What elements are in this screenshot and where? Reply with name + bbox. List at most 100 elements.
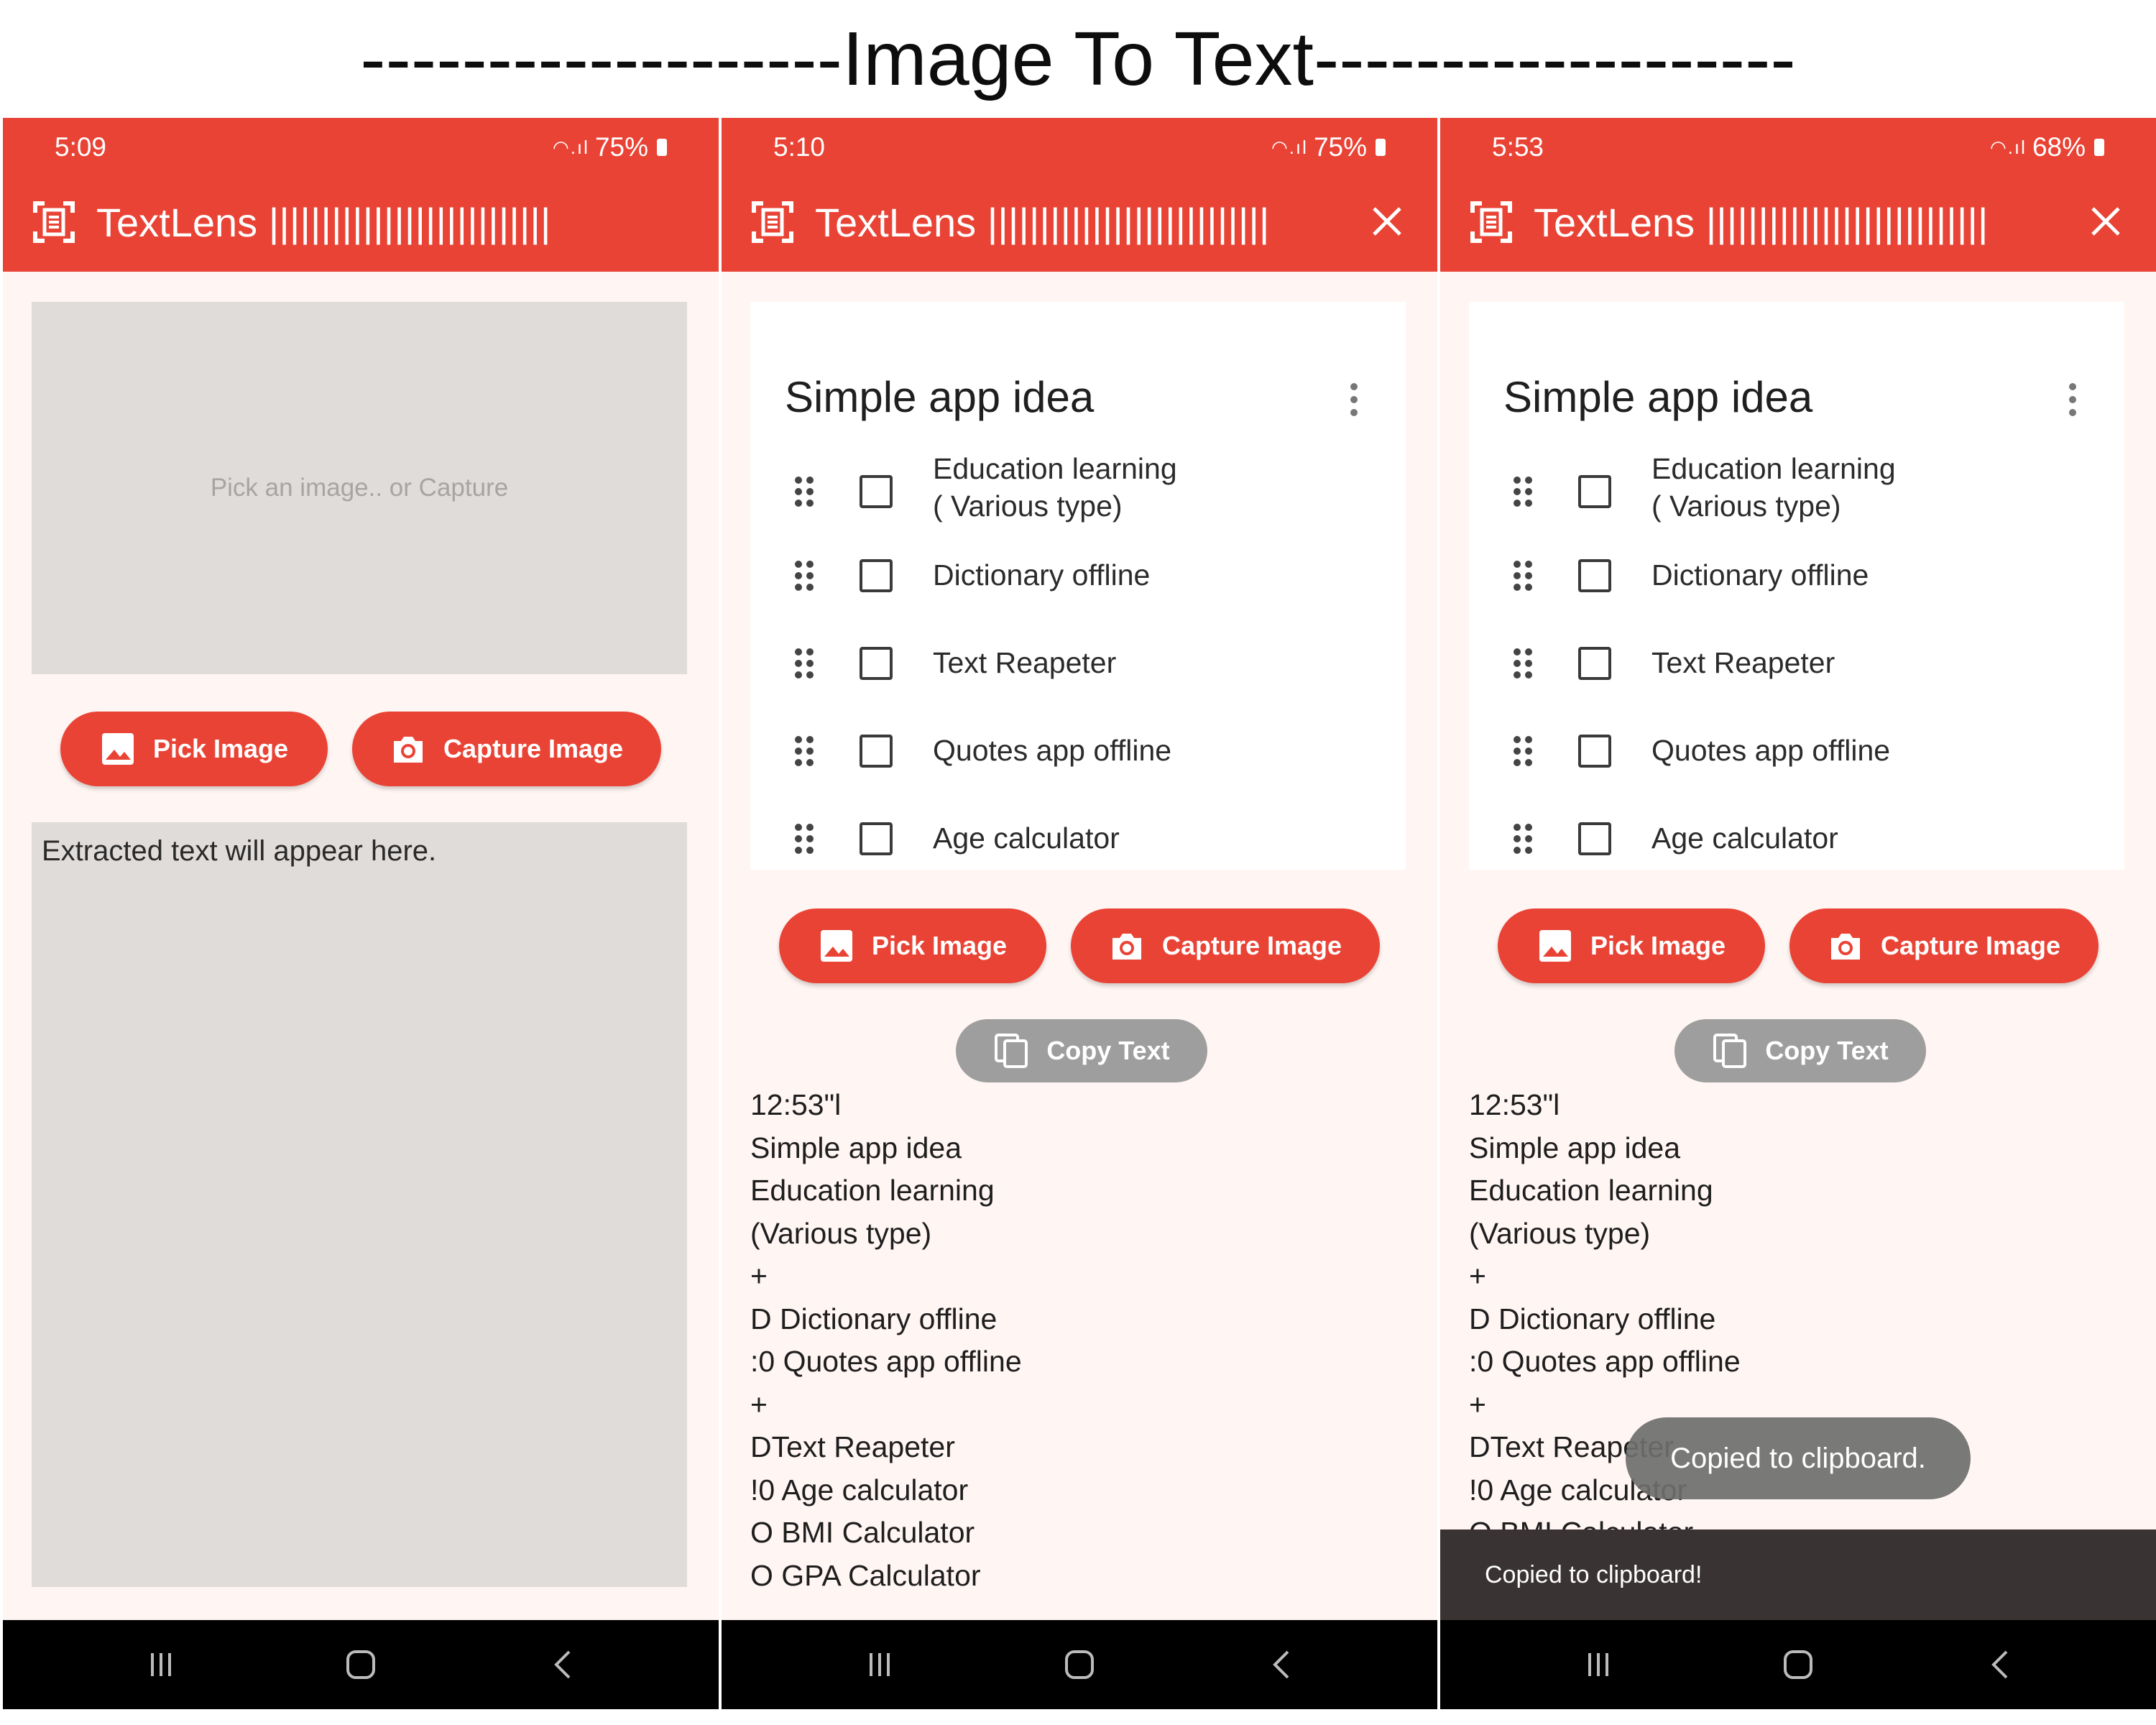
picked-image-preview: Simple app idea Education learning ( Var… bbox=[1469, 302, 2124, 870]
note-item: Age calculator bbox=[1469, 806, 2124, 870]
drag-handle-icon bbox=[1512, 735, 1534, 768]
battery-icon bbox=[1376, 139, 1386, 156]
checkbox-icon bbox=[860, 822, 893, 855]
pick-image-label: Pick Image bbox=[152, 734, 289, 763]
nav-recent-icon[interactable] bbox=[858, 1643, 901, 1686]
app-title: TextLens ||||||||||||||||||||||||||| bbox=[1534, 199, 1989, 245]
checkbox-icon bbox=[1578, 475, 1611, 508]
drag-handle-icon bbox=[793, 559, 815, 592]
nav-home-icon[interactable] bbox=[1058, 1643, 1101, 1686]
note-item-text: Education learning bbox=[1651, 452, 1896, 485]
status-time: 5:09 bbox=[55, 132, 107, 162]
page-headline: -------------------Image To Text--------… bbox=[360, 17, 1796, 101]
note-item-text: Age calculator bbox=[1651, 822, 1838, 855]
battery-icon bbox=[2094, 139, 2104, 156]
document-scanner-icon bbox=[33, 201, 75, 243]
pick-image-button[interactable]: Pick Image bbox=[60, 712, 328, 786]
capture-image-button[interactable]: Capture Image bbox=[352, 712, 661, 786]
camera-icon bbox=[1112, 934, 1141, 960]
status-time: 5:53 bbox=[1492, 132, 1544, 162]
close-icon[interactable] bbox=[1364, 198, 1410, 244]
battery-level: 75% bbox=[594, 132, 648, 162]
camera-icon bbox=[393, 737, 423, 763]
signal-icon: ◠.ıl bbox=[553, 136, 589, 158]
copy-icon bbox=[1713, 1034, 1747, 1068]
nav-home-icon[interactable] bbox=[339, 1643, 382, 1686]
nav-recent-icon[interactable] bbox=[1577, 1643, 1620, 1686]
snackbar-message: Copied to clipboard! bbox=[1485, 1560, 1703, 1588]
image-icon bbox=[1539, 930, 1571, 962]
nav-recent-icon[interactable] bbox=[139, 1643, 183, 1686]
image-placeholder-text: Pick an image.. or Capture bbox=[210, 474, 509, 502]
note-item-text: Dictionary offline bbox=[933, 558, 1151, 592]
document-scanner-icon bbox=[752, 201, 793, 243]
note-item: Dictionary offline bbox=[1469, 543, 2124, 608]
app-bar: 5:10 ◠.ıl 75% TextLens |||||||||||||||||… bbox=[722, 118, 1437, 272]
note-item-text: Education learning bbox=[933, 452, 1177, 485]
status-indicators: ◠.ıl 75% bbox=[553, 132, 667, 162]
signal-icon: ◠.ıl bbox=[1990, 136, 2027, 158]
battery-level: 68% bbox=[2032, 132, 2086, 162]
checkbox-icon bbox=[860, 559, 893, 592]
app-bar: 5:09 ◠.ıl 75% TextLens |||||||||||||||||… bbox=[3, 118, 719, 272]
drag-handle-icon bbox=[793, 822, 815, 855]
image-preview-area: Pick an image.. or Capture bbox=[32, 302, 687, 674]
image-icon bbox=[820, 930, 852, 962]
note-item-text: Quotes app offline bbox=[933, 734, 1172, 767]
close-icon[interactable] bbox=[2083, 198, 2129, 244]
drag-handle-icon bbox=[793, 647, 815, 680]
note-item: Quotes app offline bbox=[1469, 719, 2124, 783]
system-nav-bar bbox=[3, 1620, 719, 1709]
nav-back-icon[interactable] bbox=[1261, 1643, 1304, 1686]
copy-text-label: Copy Text bbox=[1765, 1036, 1889, 1065]
phone-screen-2: 5:10 ◠.ıl 75% TextLens |||||||||||||||||… bbox=[722, 118, 1437, 1709]
drag-handle-icon bbox=[1512, 559, 1534, 592]
nav-home-icon[interactable] bbox=[1777, 1643, 1820, 1686]
phone-screen-3: 5:53 ◠.ıl 68% TextLens |||||||||||||||||… bbox=[1440, 118, 2156, 1709]
drag-handle-icon bbox=[1512, 647, 1534, 680]
status-indicators: ◠.ıl 68% bbox=[1990, 132, 2104, 162]
more-vert-icon bbox=[1347, 381, 1361, 418]
checkbox-icon bbox=[860, 735, 893, 768]
battery-icon bbox=[657, 139, 667, 156]
app-bar: 5:53 ◠.ıl 68% TextLens |||||||||||||||||… bbox=[1440, 118, 2156, 272]
system-nav-bar bbox=[1440, 1620, 2156, 1709]
note-title: Simple app idea bbox=[785, 373, 1095, 421]
note-item: Education learning ( Various type) bbox=[750, 443, 1406, 523]
pick-image-button[interactable]: Pick Image bbox=[1498, 908, 1765, 983]
note-item: Text Reapeter bbox=[750, 631, 1406, 696]
copy-icon bbox=[995, 1034, 1028, 1068]
note-item-subtext: ( Various type) bbox=[933, 489, 1123, 523]
document-scanner-icon bbox=[1470, 201, 1512, 243]
picked-image-preview: Simple app idea Education learning ( Var… bbox=[750, 302, 1406, 870]
nav-back-icon[interactable] bbox=[1979, 1643, 2022, 1686]
note-item: Dictionary offline bbox=[750, 543, 1406, 608]
drag-handle-icon bbox=[793, 475, 815, 508]
capture-image-button[interactable]: Capture Image bbox=[1789, 908, 2099, 983]
camera-icon bbox=[1830, 934, 1860, 960]
checkbox-icon bbox=[860, 475, 893, 508]
checkbox-icon bbox=[1578, 735, 1611, 768]
note-item-text: Text Reapeter bbox=[933, 646, 1117, 679]
pick-image-label: Pick Image bbox=[871, 931, 1008, 960]
checkbox-icon bbox=[860, 647, 893, 680]
capture-image-button[interactable]: Capture Image bbox=[1071, 908, 1380, 983]
copy-text-label: Copy Text bbox=[1046, 1036, 1170, 1065]
copy-text-button[interactable]: Copy Text bbox=[1674, 1019, 1926, 1082]
nav-back-icon[interactable] bbox=[542, 1643, 585, 1686]
pick-image-button[interactable]: Pick Image bbox=[779, 908, 1046, 983]
capture-image-label: Capture Image bbox=[1161, 931, 1342, 960]
note-item: Education learning ( Various type) bbox=[1469, 443, 2124, 523]
extracted-text-result[interactable]: 12:53"l Simple app idea Education learni… bbox=[750, 1084, 1411, 1709]
app-title: TextLens ||||||||||||||||||||||||||| bbox=[815, 199, 1270, 245]
phone-screen-1: 5:09 ◠.ıl 75% TextLens |||||||||||||||||… bbox=[3, 118, 719, 1709]
system-nav-bar bbox=[722, 1620, 1437, 1709]
battery-level: 75% bbox=[1313, 132, 1367, 162]
status-time: 5:10 bbox=[773, 132, 826, 162]
extracted-text-area[interactable]: Extracted text will appear here. bbox=[32, 822, 687, 1587]
more-vert-icon bbox=[2065, 381, 2080, 418]
status-indicators: ◠.ıl 75% bbox=[1271, 132, 1386, 162]
note-item-text: Dictionary offline bbox=[1651, 558, 1869, 592]
copy-text-button[interactable]: Copy Text bbox=[956, 1019, 1207, 1082]
note-item: Quotes app offline bbox=[750, 719, 1406, 783]
